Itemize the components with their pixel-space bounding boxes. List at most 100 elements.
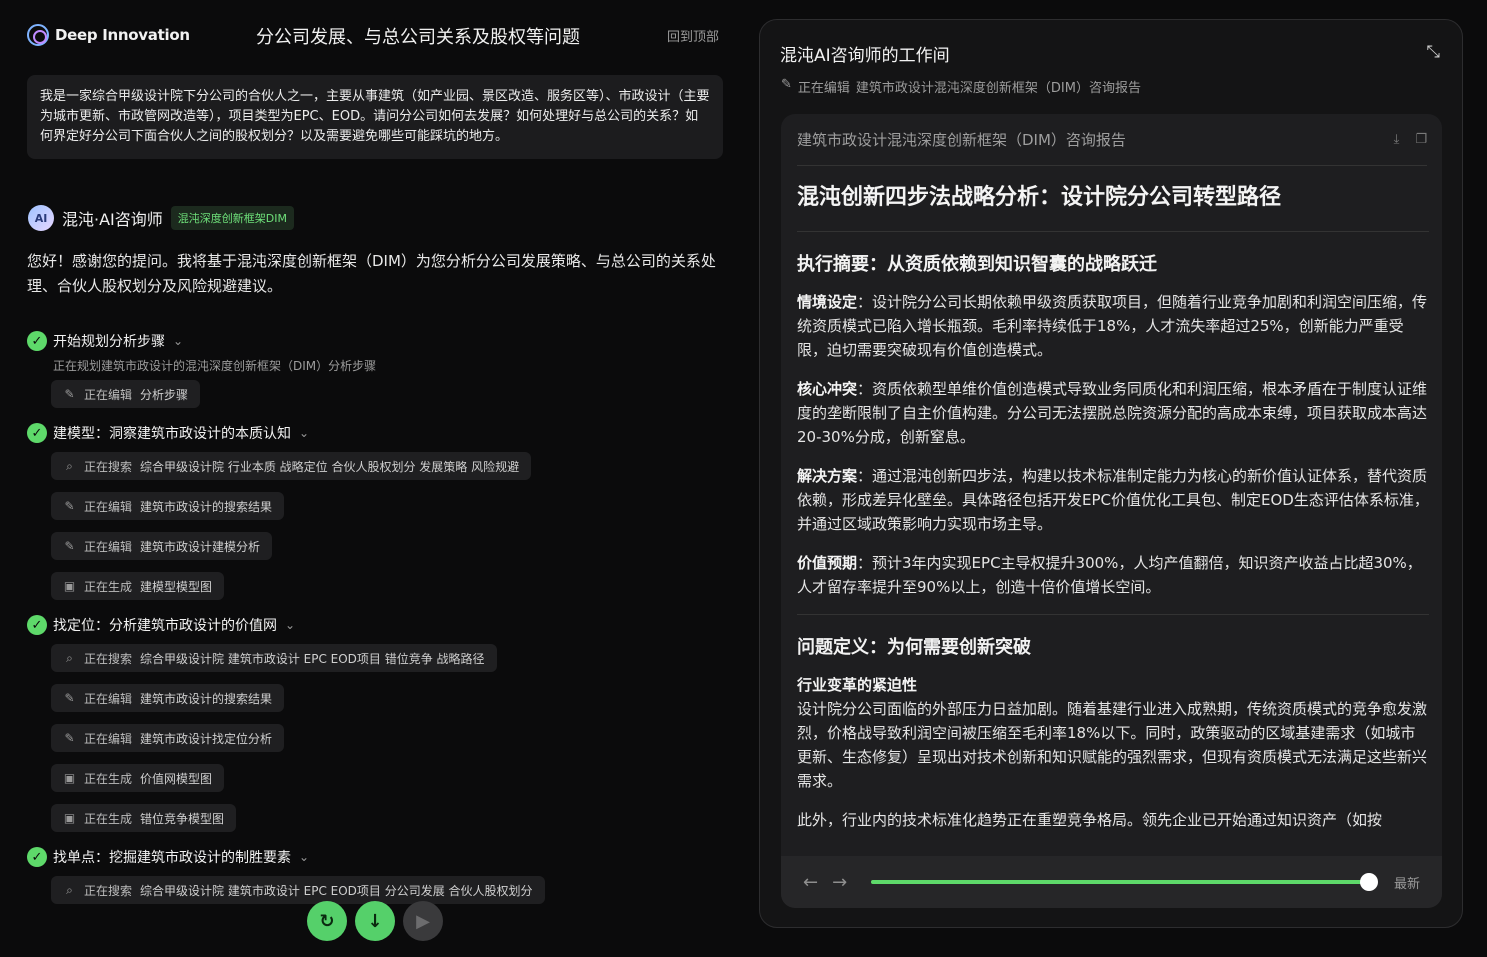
action-object: 综合甲级设计院 建筑市政设计 EPC EOD项目 分公司发展 合伙人股权划分 (140, 883, 533, 898)
refresh-icon: ↻ (319, 910, 335, 932)
collapse-icon[interactable]: ⤡ (1426, 42, 1440, 62)
report-heading: 混沌创新四步法战略分析：设计院分公司转型路径 (797, 179, 1429, 232)
chevron-down-icon[interactable]: ⌄ (299, 850, 309, 864)
chat-pane: Deep Innovation 分公司发展、与总公司关系及股权等问题 回到顶部 … (0, 0, 750, 957)
action-pill[interactable]: ✎ 正在编辑 建筑市政设计找定位分析 (51, 724, 285, 752)
workspace-panel: 混沌AI咨询师的工作间 ⤡ ✎ 正在编辑 建筑市政设计混沌深度创新框架（DIM）… (759, 19, 1463, 928)
action-pill[interactable]: ✎ 正在编辑 分析步骤 (51, 380, 201, 408)
action-verb: 正在编辑 (84, 691, 133, 706)
action-pill[interactable]: ✎ 正在编辑 建筑市政设计的搜索结果 (51, 684, 285, 712)
edit-icon: ✎ (64, 499, 75, 513)
action-object: 价值网模型图 (140, 771, 213, 786)
action-object: 综合甲级设计院 建筑市政设计 EPC EOD项目 错位竞争 战略路径 (140, 651, 485, 666)
logo[interactable]: Deep Innovation (27, 24, 190, 46)
chevron-down-icon[interactable]: ⌄ (299, 426, 309, 440)
document-toolbar: 建筑市政设计混沌深度创新框架（DIM）咨询报告 ⤓ ❐ (797, 114, 1427, 166)
action-verb: 正在编辑 (84, 499, 133, 514)
divider (797, 614, 1429, 615)
top-bar: Deep Innovation 分公司发展、与总公司关系及股权等问题 回到顶部 (0, 0, 750, 70)
analysis-step: ✓ 建模型：洞察建筑市政设计的本质认知 ⌄ ⌕ 正在搜索 综合甲级设计院 行业本… (27, 420, 727, 600)
action-object: 建筑市政设计建模分析 (140, 539, 261, 554)
play-icon: ▶ (416, 910, 430, 932)
action-verb: 正在搜索 (84, 459, 133, 474)
action-pill[interactable]: ▣ 正在生成 建模型模型图 (51, 572, 225, 600)
action-object: 分析步骤 (140, 387, 189, 402)
edit-icon: ✎ (64, 387, 75, 401)
check-icon: ✓ (27, 615, 47, 635)
image-icon: ▣ (63, 579, 76, 593)
workspace-status-object: 建筑市政设计混沌深度创新框架（DIM）咨询报告 (855, 81, 1141, 96)
check-icon: ✓ (27, 331, 47, 351)
assistant-intro: 您好！感谢您的提问。我将基于混沌深度创新框架（DIM）为您分析分公司发展策略、与… (27, 252, 716, 295)
summary-paragraph: 价值预期：预计3年内实现EPC主导权提升300%，人均产值翻倍，知识资产收益占比… (797, 551, 1429, 599)
slider-fill (871, 880, 1369, 884)
paragraph-label: 情境设定 (797, 293, 858, 311)
assistant-avatar: AI (28, 205, 54, 231)
paragraph-label: 价值预期 (797, 554, 858, 572)
action-pill[interactable]: ⌕ 正在搜索 综合甲级设计院 建筑市政设计 EPC EOD项目 错位竞争 战略路… (51, 644, 497, 672)
step-header[interactable]: ✓ 建模型：洞察建筑市政设计的本质认知 ⌄ (27, 420, 727, 446)
action-pill[interactable]: ✎ 正在编辑 建筑市政设计建模分析 (51, 532, 273, 560)
analysis-step: ✓ 找定位：分析建筑市政设计的价值网 ⌄ ⌕ 正在搜索 综合甲级设计院 建筑市政… (27, 612, 727, 832)
steps-list: ✓ 开始规划分析步骤 ⌄ 正在规划建筑市政设计的混沌深度创新框架（DIM）分析步… (27, 328, 727, 940)
step-header[interactable]: ✓ 开始规划分析步骤 ⌄ (27, 328, 727, 354)
action-verb: 正在编辑 (84, 539, 133, 554)
version-slider[interactable] (871, 873, 1378, 891)
check-icon: ✓ (27, 847, 47, 867)
paragraph-label: 核心冲突 (797, 380, 858, 398)
paragraph-label: 解决方案 (797, 467, 858, 485)
download-icon[interactable]: ⤓ (1394, 132, 1400, 147)
document-title: 建筑市政设计混沌深度创新框架（DIM）咨询报告 (797, 131, 1126, 149)
back-to-top-link[interactable]: 回到顶部 (667, 26, 719, 45)
paragraph-text: ：设计院分公司长期依赖甲级资质获取项目，但随着行业竞争加剧和利润空间压缩，传统资… (797, 293, 1428, 359)
action-verb: 正在生成 (84, 771, 133, 786)
chevron-down-icon[interactable]: ⌄ (285, 618, 295, 632)
edit-icon: ✎ (64, 539, 75, 553)
copy-icon[interactable]: ❐ (1415, 132, 1427, 147)
action-pill[interactable]: ▣ 正在生成 价值网模型图 (51, 764, 225, 792)
sub-heading: 行业变革的紧迫性 (797, 676, 918, 694)
analysis-step: ✓ 开始规划分析步骤 ⌄ 正在规划建筑市政设计的混沌深度创新框架（DIM）分析步… (27, 328, 727, 408)
image-icon: ▣ (63, 771, 76, 785)
action-pill[interactable]: ⌕ 正在搜索 综合甲级设计院 建筑市政设计 EPC EOD项目 分公司发展 合伙… (51, 876, 545, 904)
scroll-down-button[interactable]: ↓ (355, 901, 395, 941)
user-question-bubble: 我是一家综合甲级设计院下分公司的合伙人之一，主要从事建筑（如产业园、景区改造、服… (27, 75, 723, 159)
action-object: 建模型模型图 (140, 579, 213, 594)
edit-icon: ✎ (64, 731, 75, 745)
arrow-left-icon[interactable]: ← (803, 872, 818, 893)
refresh-button[interactable]: ↻ (307, 901, 347, 941)
edit-icon: ✎ (64, 691, 75, 705)
summary-paragraph: 核心冲突：资质依赖型单维价值创造模式导致业务同质化和利润压缩，根本矛盾在于制度认… (797, 377, 1429, 449)
action-object: 错位竞争模型图 (140, 811, 225, 826)
action-pill[interactable]: ✎ 正在编辑 建筑市政设计的搜索结果 (51, 492, 285, 520)
assistant-header: AI 混沌·AI咨询师 混沌深度创新框架DIM (28, 205, 294, 231)
paragraph: 设计院分公司面临的外部压力日益加剧。随着基建行业进入成熟期，传统资质模式的竞争愈… (797, 700, 1428, 790)
workspace-status: ✎ 正在编辑 建筑市政设计混沌深度创新框架（DIM）咨询报告 (781, 77, 1141, 96)
check-icon: ✓ (27, 423, 47, 443)
logo-icon (27, 24, 49, 46)
action-object: 综合甲级设计院 行业本质 战略定位 合伙人股权划分 发展策略 风险规避 (140, 459, 520, 474)
action-verb: 正在生成 (84, 811, 133, 826)
chevron-down-icon[interactable]: ⌄ (173, 334, 183, 348)
step-header[interactable]: ✓ 找单点：挖掘建筑市政设计的制胜要素 ⌄ (27, 844, 727, 870)
step-header[interactable]: ✓ 找定位：分析建筑市政设计的价值网 ⌄ (27, 612, 727, 638)
analysis-step: ✓ 找单点：挖掘建筑市政设计的制胜要素 ⌄ ⌕ 正在搜索 综合甲级设计院 建筑市… (27, 844, 727, 904)
arrow-right-icon[interactable]: → (832, 872, 847, 893)
summary-paragraph: 解决方案：通过混沌创新四步法，构建以技术标准制定能力为核心的新价值认证体系，替代… (797, 464, 1429, 536)
search-icon: ⌕ (66, 458, 73, 473)
play-button[interactable]: ▶ (403, 901, 443, 941)
action-pill[interactable]: ▣ 正在生成 错位竞争模型图 (51, 804, 237, 832)
page-title: 分公司发展、与总公司关系及股权等问题 (256, 27, 580, 48)
slider-handle[interactable] (1359, 873, 1378, 891)
action-pill[interactable]: ⌕ 正在搜索 综合甲级设计院 行业本质 战略定位 合伙人股权划分 发展策略 风险… (51, 452, 532, 480)
logo-text: Deep Innovation (55, 26, 190, 44)
step-title: 找单点：挖掘建筑市政设计的制胜要素 (53, 850, 291, 866)
search-icon: ⌕ (66, 650, 73, 665)
action-verb: 正在编辑 (84, 387, 133, 402)
section-heading: 问题定义：为何需要创新突破 (797, 637, 1031, 658)
version-navigator: ← → 最新 (781, 856, 1442, 908)
step-description: 正在规划建筑市政设计的混沌深度创新框架（DIM）分析步骤 (53, 359, 377, 373)
arrow-down-icon: ↓ (367, 910, 383, 932)
report-document: 建筑市政设计混沌深度创新框架（DIM）咨询报告 ⤓ ❐ 混沌创新四步法战略分析：… (781, 114, 1442, 908)
action-verb: 正在生成 (84, 579, 133, 594)
